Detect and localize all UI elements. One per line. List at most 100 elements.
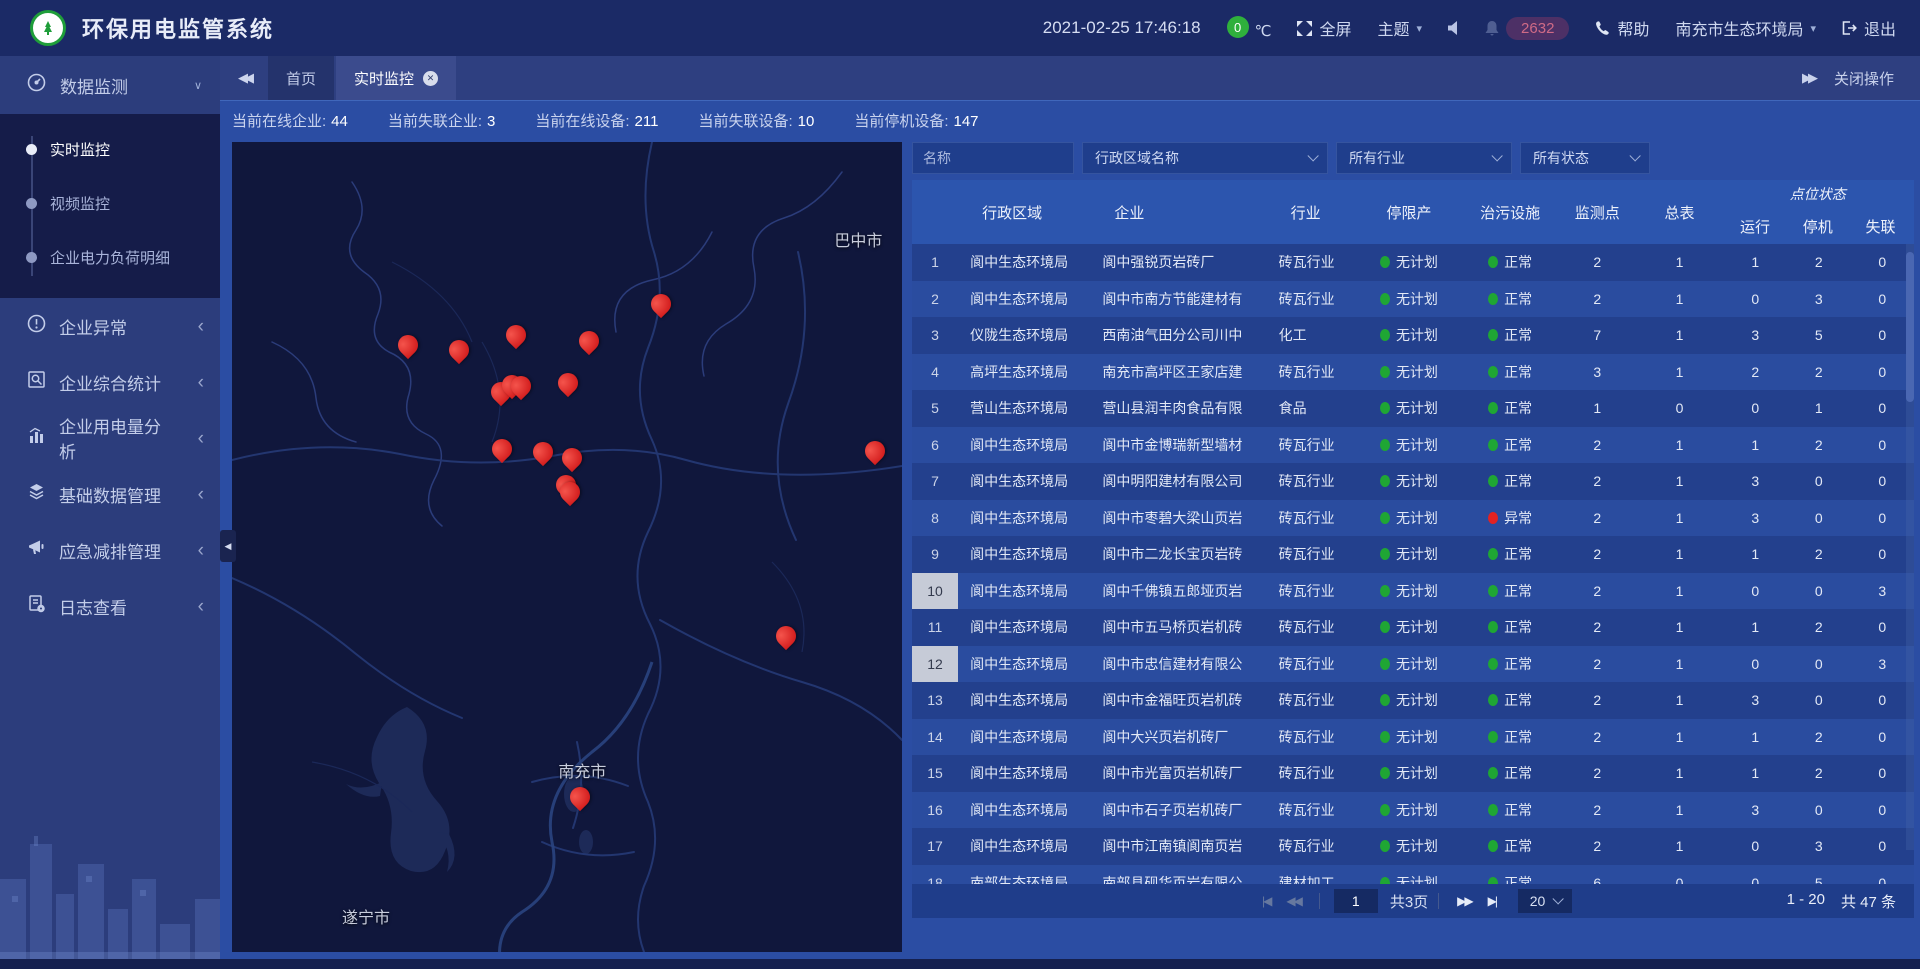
table-row[interactable]: 10阆中生态环境局阆中千佛镇五郎垭页岩砖瓦行业无计划正常21003 xyxy=(912,573,1914,610)
name-filter-input[interactable] xyxy=(912,142,1074,174)
table-row[interactable]: 6阆中生态环境局阆中市金博瑞新型墙材砖瓦行业无计划正常21120 xyxy=(912,427,1914,464)
org-menu[interactable]: 南充市生态环境局▾ xyxy=(1675,16,1816,40)
sidebar-item-base-data[interactable]: 基础数据管理 ‹ xyxy=(0,466,220,522)
cell-industry: 砖瓦行业 xyxy=(1267,536,1357,573)
tabs-scroll-left-button[interactable]: ◀◀ xyxy=(220,56,268,100)
table-row[interactable]: 9阆中生态环境局阆中市二龙长宝页岩砖砖瓦行业无计划正常21120 xyxy=(912,536,1914,573)
last-page-button[interactable]: ▶| xyxy=(1488,894,1496,908)
table-row[interactable]: 12阆中生态环境局阆中市忠信建材有限公砖瓦行业无计划正常21003 xyxy=(912,646,1914,683)
sidebar-item-emergency-reduction[interactable]: 应急减排管理 ‹ xyxy=(0,522,220,578)
cell-prod-limit: 无计划 xyxy=(1357,390,1461,427)
cell-running: 0 xyxy=(1724,281,1787,318)
cell-prod-limit: 无计划 xyxy=(1357,865,1461,885)
table-row[interactable]: 14阆中生态环境局阆中大兴页岩机砖厂砖瓦行业无计划正常21120 xyxy=(912,719,1914,756)
map-collapse-handle[interactable]: ◀ xyxy=(220,530,236,562)
next-page-button[interactable]: ▶▶ xyxy=(1457,894,1471,908)
first-page-button[interactable]: |◀ xyxy=(1262,894,1270,908)
cell-stopped: 0 xyxy=(1787,792,1850,829)
logout-label: 退出 xyxy=(1864,16,1896,40)
page-number-input[interactable]: 1 xyxy=(1334,889,1378,913)
map-pin[interactable] xyxy=(775,626,797,648)
cell-lost: 0 xyxy=(1851,427,1914,464)
map-pin[interactable] xyxy=(561,448,583,470)
header-index xyxy=(912,180,958,244)
cell-meters: 1 xyxy=(1635,609,1723,646)
header-company: 企业 xyxy=(1090,180,1266,244)
sidebar-group-data-monitor[interactable]: 数据监测 ∨ xyxy=(0,56,220,114)
sidebar-item-log-view[interactable]: 日志查看 ‹ xyxy=(0,578,220,634)
map-pin[interactable] xyxy=(505,325,527,347)
table-row[interactable]: 17阆中生态环境局阆中市江南镇阆南页岩砖瓦行业无计划正常21030 xyxy=(912,828,1914,865)
table-row[interactable]: 16阆中生态环境局阆中市石子页岩机砖厂砖瓦行业无计划正常21300 xyxy=(912,792,1914,829)
pin-icon xyxy=(445,335,473,363)
cell-meters: 1 xyxy=(1635,427,1723,464)
map-pin[interactable] xyxy=(491,439,513,461)
sidebar-item-power-load-detail[interactable]: 企业电力负荷明细 xyxy=(0,230,220,284)
map-pin[interactable] xyxy=(448,340,470,362)
map-pin[interactable] xyxy=(569,787,591,809)
tabs-scroll-right-button[interactable]: ▶▶ xyxy=(1802,70,1814,86)
cell-company: 阆中市二龙长宝页岩砖 xyxy=(1090,536,1266,573)
tab-realtime-monitor[interactable]: 实时监控 ✕ xyxy=(336,56,456,100)
prev-page-button[interactable]: ◀◀ xyxy=(1286,894,1300,908)
map-pin[interactable] xyxy=(650,294,672,316)
table-row[interactable]: 1阆中生态环境局阆中强锐页岩砖厂砖瓦行业无计划正常21120 xyxy=(912,244,1914,281)
close-operations-button[interactable]: 关闭操作 xyxy=(1834,68,1894,89)
sidebar-item-enterprise-stats[interactable]: 企业综合统计 ‹ xyxy=(0,354,220,410)
industry-filter-select[interactable]: 所有行业 xyxy=(1336,142,1512,174)
map-pin[interactable] xyxy=(864,441,886,463)
fullscreen-button[interactable]: 全屏 xyxy=(1297,16,1351,40)
scrollbar-thumb[interactable] xyxy=(1906,252,1914,402)
sidebar-item-power-analysis[interactable]: 企业用电量分析 ‹ xyxy=(0,410,220,466)
map-pin[interactable] xyxy=(397,335,419,357)
cell-prod-limit: 无计划 xyxy=(1357,463,1461,500)
table-row[interactable]: 7阆中生态环境局阆中明阳建材有限公司砖瓦行业无计划正常21300 xyxy=(912,463,1914,500)
map-pin[interactable] xyxy=(510,376,532,398)
table-row[interactable]: 3仪陇生态环境局西南油气田分公司川中化工无计划正常71350 xyxy=(912,317,1914,354)
cell-bureau: 阆中生态环境局 xyxy=(958,682,1090,719)
table-row[interactable]: 2阆中生态环境局阆中市南方节能建材有砖瓦行业无计划正常21030 xyxy=(912,281,1914,318)
page-size-select[interactable]: 20 xyxy=(1518,889,1572,913)
sidebar-item-realtime-monitor[interactable]: 实时监控 xyxy=(0,122,220,176)
sidebar-item-video-monitor[interactable]: 视频监控 xyxy=(0,176,220,230)
header-facility: 治污设施 xyxy=(1461,180,1559,244)
cell-points: 2 xyxy=(1559,427,1635,464)
map-pin[interactable] xyxy=(559,482,581,504)
table-row[interactable]: 11阆中生态环境局阆中市五马桥页岩机砖砖瓦行业无计划正常21120 xyxy=(912,609,1914,646)
table-row[interactable]: 13阆中生态环境局阆中市金福旺页岩机砖砖瓦行业无计划正常21300 xyxy=(912,682,1914,719)
cell-bureau: 阆中生态环境局 xyxy=(958,646,1090,683)
table-scrollbar[interactable] xyxy=(1906,244,1914,850)
cell-points: 7 xyxy=(1559,317,1635,354)
status-dot xyxy=(1380,767,1390,779)
map-pin[interactable] xyxy=(532,442,554,464)
table-row[interactable]: 15阆中生态环境局阆中市光富页岩机砖厂砖瓦行业无计划正常21120 xyxy=(912,755,1914,792)
cell-industry: 砖瓦行业 xyxy=(1267,609,1357,646)
status-filter-select[interactable]: 所有状态 xyxy=(1520,142,1650,174)
tab-home[interactable]: 首页 xyxy=(268,56,334,100)
sidebar-item-enterprise-abnormal[interactable]: 企业异常 ‹ xyxy=(0,298,220,354)
cell-lost: 0 xyxy=(1851,354,1914,391)
close-icon[interactable]: ✕ xyxy=(423,71,438,86)
map-pin[interactable] xyxy=(578,331,600,353)
cell-stopped: 0 xyxy=(1787,500,1850,537)
help-button[interactable]: 帮助 xyxy=(1595,16,1649,40)
cell-running: 1 xyxy=(1724,536,1787,573)
cell-bureau: 阆中生态环境局 xyxy=(958,755,1090,792)
header-lost: 失联 xyxy=(1849,208,1912,244)
logout-button[interactable]: 退出 xyxy=(1842,16,1896,40)
map-panel[interactable]: 巴中市南充市遂宁市 xyxy=(232,142,902,952)
region-filter-select[interactable]: 行政区域名称 xyxy=(1082,142,1328,174)
table-row[interactable]: 18南部生态环境局南部县砚华页岩有限公建材加工无计划正常60050 xyxy=(912,865,1914,885)
filter-bar: 行政区域名称 所有行业 所有状态 xyxy=(912,142,1914,174)
map-pin[interactable] xyxy=(557,373,579,395)
mute-button[interactable] xyxy=(1448,21,1459,35)
table-row[interactable]: 4高坪生态环境局南充市高坪区王家店建砖瓦行业无计划正常31220 xyxy=(912,354,1914,391)
cell-lost: 0 xyxy=(1851,755,1914,792)
table-row[interactable]: 8阆中生态环境局阆中市枣碧大梁山页岩砖瓦行业无计划异常21300 xyxy=(912,500,1914,537)
sidebar-item-label: 企业用电量分析 xyxy=(59,413,172,463)
row-index: 9 xyxy=(912,536,958,573)
table-row[interactable]: 5营山生态环境局营山县润丰肉食品有限食品无计划正常10010 xyxy=(912,390,1914,427)
theme-menu[interactable]: 主题▾ xyxy=(1378,16,1423,40)
cell-lost: 0 xyxy=(1851,536,1914,573)
notification-area[interactable]: 2632 xyxy=(1485,17,1569,40)
